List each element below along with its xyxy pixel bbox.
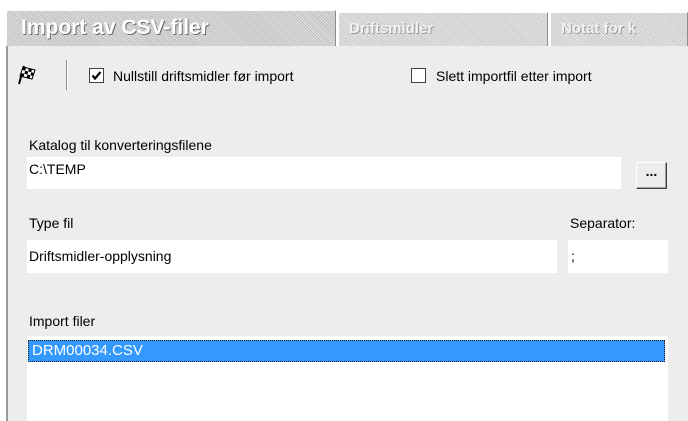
import-files-list[interactable]: DRM00034.CSV — [27, 336, 668, 421]
browse-button[interactable]: ... — [636, 162, 667, 189]
list-item[interactable]: DRM00034.CSV — [28, 340, 665, 362]
import-files-label: Import filer — [29, 313, 96, 329]
catalog-input[interactable]: C:\TEMP — [27, 157, 621, 189]
tab-import-csv[interactable]: Import av CSV-filer — [6, 10, 336, 46]
reset-assets-checkbox[interactable] — [89, 68, 104, 83]
tab-notat[interactable]: Notat for k — [550, 12, 688, 46]
reset-assets-label[interactable]: Nullstill driftsmidler før import — [113, 67, 293, 85]
toolbar-separator — [66, 60, 68, 90]
tab-strip: Import av CSV-filer Driftsmidler Notat f… — [0, 0, 688, 46]
file-type-label: Type fil — [29, 215, 74, 231]
delete-importfile-label[interactable]: Slett importfil etter import — [436, 67, 592, 85]
file-type-select[interactable]: Driftsmidler-opplysning — [27, 240, 557, 273]
separator-label: Separator: — [570, 215, 636, 231]
delete-importfile-checkbox[interactable] — [411, 68, 426, 83]
check-mark-icon — [91, 71, 102, 81]
tab-driftsmidler[interactable]: Driftsmidler — [338, 12, 548, 46]
checkered-flag-icon[interactable] — [16, 64, 38, 86]
catalog-label: Katalog til konverteringsfilene — [29, 137, 212, 153]
separator-input[interactable]: ; — [568, 240, 668, 273]
